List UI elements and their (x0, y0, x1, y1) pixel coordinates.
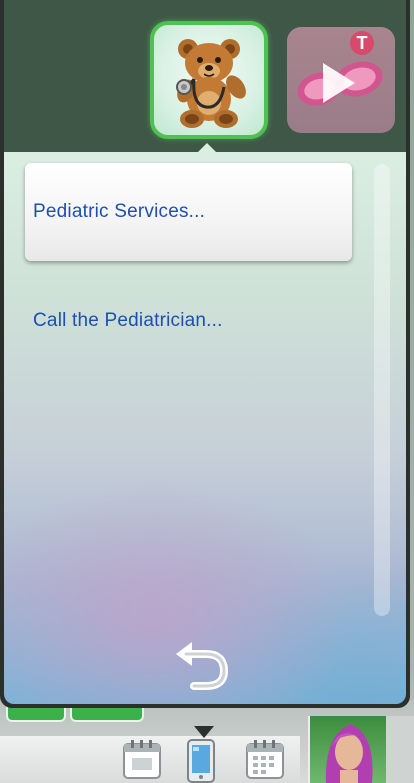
menu-item-label: Pediatric Services... (33, 201, 206, 222)
panel-header: T (4, 0, 406, 152)
bar-pointer (194, 726, 214, 738)
menu-list: Pediatric Services... Call the Pediatric… (4, 152, 406, 704)
screen-edge (386, 716, 414, 783)
menu-item-pediatric-services[interactable]: Pediatric Services... (25, 163, 352, 261)
phone-icon[interactable] (182, 738, 222, 783)
sim-portrait-avatar[interactable] (308, 716, 388, 783)
tab-pediatric-care[interactable] (150, 21, 268, 139)
teddy-bear-stethoscope-icon (176, 39, 246, 128)
interaction-panel: T Pediatric Services... Call the Pediatr… (0, 0, 410, 708)
back-arrow-icon (176, 642, 229, 690)
game-screen: T Pediatric Services... Call the Pediatr… (0, 0, 414, 783)
back-button[interactable] (172, 640, 236, 692)
tab-interactions[interactable]: T (287, 27, 395, 133)
scrollbar[interactable] (374, 164, 390, 616)
menu-item-label: Call the Pediatrician... (33, 310, 223, 331)
avatar (325, 724, 373, 783)
menu-item-call-pediatrician[interactable]: Call the Pediatrician... (25, 272, 352, 370)
play-icon (323, 63, 355, 103)
calendar-grid-icon[interactable] (245, 738, 285, 780)
calendar-icon[interactable] (122, 738, 162, 780)
badge-t: T (350, 31, 374, 55)
